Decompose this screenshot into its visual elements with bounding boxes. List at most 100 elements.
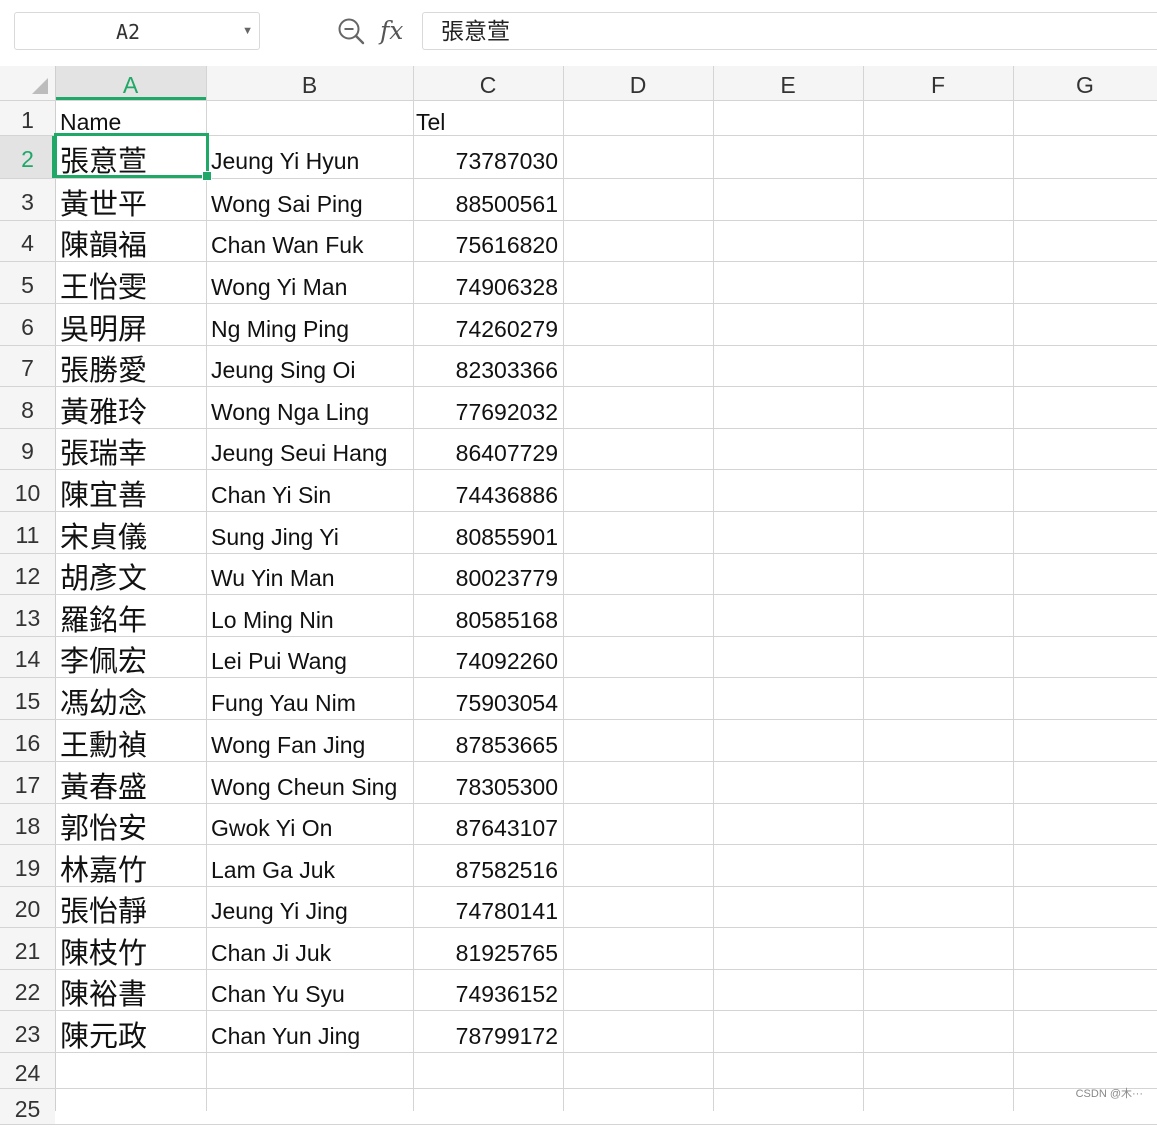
cell-c10[interactable]: 74436886 <box>418 469 558 511</box>
row-header-22[interactable]: 22 <box>0 969 55 1010</box>
cell-c22[interactable]: 74936152 <box>418 969 558 1010</box>
cell-b16[interactable]: Wong Fan Jing <box>211 719 408 761</box>
cell-a23[interactable]: 陳元政 <box>60 1010 201 1052</box>
cell-a19[interactable]: 林嘉竹 <box>60 844 201 886</box>
cell-b8[interactable]: Wong Nga Ling <box>211 386 408 428</box>
cell-b5[interactable]: Wong Yi Man <box>211 261 408 303</box>
cell-b18[interactable]: Gwok Yi On <box>211 803 408 844</box>
select-all-corner[interactable] <box>0 66 55 100</box>
row-header-23[interactable]: 23 <box>0 1010 55 1052</box>
cell-b12[interactable]: Wu Yin Man <box>211 553 408 594</box>
cell-b1[interactable] <box>211 100 408 135</box>
cell-a15[interactable]: 馮幼念 <box>60 677 201 719</box>
cell-c20[interactable]: 74780141 <box>418 886 558 927</box>
cell-b17[interactable]: Wong Cheun Sing <box>211 761 408 803</box>
cell-b3[interactable]: Wong Sai Ping <box>211 178 408 220</box>
cell-a11[interactable]: 宋貞儀 <box>60 511 201 553</box>
cell-a7[interactable]: 張勝愛 <box>60 345 201 386</box>
spreadsheet-grid[interactable]: A B C D E F G 1 2 3 4 5 6 7 8 9 10 11 12 13 14 15 16 17 18 19 20 21… <box>0 0 1157 1125</box>
cell-c15[interactable]: 75903054 <box>418 677 558 719</box>
row-header-1[interactable]: 1 <box>0 100 55 135</box>
cell-c23[interactable]: 78799172 <box>418 1010 558 1052</box>
cell-b22[interactable]: Chan Yu Syu <box>211 969 408 1010</box>
cell-a5[interactable]: 王怡雯 <box>60 261 201 303</box>
cell-c9[interactable]: 86407729 <box>418 428 558 469</box>
cell-c2[interactable]: 73787030 <box>418 135 558 178</box>
cell-a14[interactable]: 李佩宏 <box>60 636 201 677</box>
cell-c7[interactable]: 82303366 <box>418 345 558 386</box>
cell-c11[interactable]: 80855901 <box>418 511 558 553</box>
row-header-24[interactable]: 24 <box>0 1052 55 1088</box>
cell-a2[interactable]: 張意萱 <box>60 135 201 178</box>
row-header-18[interactable]: 18 <box>0 803 55 844</box>
cell-b23[interactable]: Chan Yun Jing <box>211 1010 408 1052</box>
cell-a6[interactable]: 吳明屏 <box>60 303 201 345</box>
cell-c18[interactable]: 87643107 <box>418 803 558 844</box>
row-header-4[interactable]: 4 <box>0 220 55 261</box>
column-header-e[interactable]: E <box>713 66 863 100</box>
cell-a4[interactable]: 陳韻福 <box>60 220 201 261</box>
cell-c12[interactable]: 80023779 <box>418 553 558 594</box>
cell-a18[interactable]: 郭怡安 <box>60 803 201 844</box>
cell-c8[interactable]: 77692032 <box>418 386 558 428</box>
row-header-5[interactable]: 5 <box>0 261 55 303</box>
cell-b4[interactable]: Chan Wan Fuk <box>211 220 408 261</box>
cell-a20[interactable]: 張怡靜 <box>60 886 201 927</box>
cell-c19[interactable]: 87582516 <box>418 844 558 886</box>
cell-a8[interactable]: 黃雅玲 <box>60 386 201 428</box>
row-header-15[interactable]: 15 <box>0 677 55 719</box>
cell-b13[interactable]: Lo Ming Nin <box>211 594 408 636</box>
cell-c5[interactable]: 74906328 <box>418 261 558 303</box>
row-header-19[interactable]: 19 <box>0 844 55 886</box>
row-header-17[interactable]: 17 <box>0 761 55 803</box>
cell-b15[interactable]: Fung Yau Nim <box>211 677 408 719</box>
cell-a1[interactable]: Name <box>60 100 201 135</box>
cell-c14[interactable]: 74092260 <box>418 636 558 677</box>
cell-b9[interactable]: Jeung Seui Hang <box>211 428 408 469</box>
cell-a16[interactable]: 王勳禎 <box>60 719 201 761</box>
cell-b10[interactable]: Chan Yi Sin <box>211 469 408 511</box>
cell-c6[interactable]: 74260279 <box>418 303 558 345</box>
row-header-13[interactable]: 13 <box>0 594 55 636</box>
row-header-10[interactable]: 10 <box>0 469 55 511</box>
cell-c3[interactable]: 88500561 <box>418 178 558 220</box>
column-header-g[interactable]: G <box>1013 66 1157 100</box>
row-header-8[interactable]: 8 <box>0 386 55 428</box>
cell-b2[interactable]: Jeung Yi Hyun <box>211 135 408 178</box>
cell-b20[interactable]: Jeung Yi Jing <box>211 886 408 927</box>
cell-c17[interactable]: 78305300 <box>418 761 558 803</box>
cell-a12[interactable]: 胡彥文 <box>60 553 201 594</box>
cell-a17[interactable]: 黃春盛 <box>60 761 201 803</box>
cell-a3[interactable]: 黃世平 <box>60 178 201 220</box>
cell-c16[interactable]: 87853665 <box>418 719 558 761</box>
column-header-d[interactable]: D <box>563 66 713 100</box>
cell-b11[interactable]: Sung Jing Yi <box>211 511 408 553</box>
row-header-25[interactable]: 25 <box>0 1088 55 1124</box>
cell-b14[interactable]: Lei Pui Wang <box>211 636 408 677</box>
row-header-6[interactable]: 6 <box>0 303 55 345</box>
cell-b21[interactable]: Chan Ji Juk <box>211 927 408 969</box>
row-header-3[interactable]: 3 <box>0 178 55 220</box>
cell-a22[interactable]: 陳裕書 <box>60 969 201 1010</box>
cell-c4[interactable]: 75616820 <box>418 220 558 261</box>
cell-c21[interactable]: 81925765 <box>418 927 558 969</box>
select-all-triangle-icon[interactable] <box>32 78 48 94</box>
cell-b6[interactable]: Ng Ming Ping <box>211 303 408 345</box>
cell-a10[interactable]: 陳宜善 <box>60 469 201 511</box>
row-header-2[interactable]: 2 <box>0 135 55 178</box>
column-header-f[interactable]: F <box>863 66 1013 100</box>
column-header-a[interactable]: A <box>55 66 206 100</box>
cell-a21[interactable]: 陳枝竹 <box>60 927 201 969</box>
cell-b19[interactable]: Lam Ga Juk <box>211 844 408 886</box>
row-header-20[interactable]: 20 <box>0 886 55 927</box>
row-header-7[interactable]: 7 <box>0 345 55 386</box>
row-header-16[interactable]: 16 <box>0 719 55 761</box>
cell-a9[interactable]: 張瑞幸 <box>60 428 201 469</box>
column-header-b[interactable]: B <box>206 66 413 100</box>
cell-c13[interactable]: 80585168 <box>418 594 558 636</box>
row-header-12[interactable]: 12 <box>0 553 55 594</box>
row-header-11[interactable]: 11 <box>0 511 55 553</box>
row-header-21[interactable]: 21 <box>0 927 55 969</box>
row-header-9[interactable]: 9 <box>0 428 55 469</box>
cell-a13[interactable]: 羅銘年 <box>60 594 201 636</box>
